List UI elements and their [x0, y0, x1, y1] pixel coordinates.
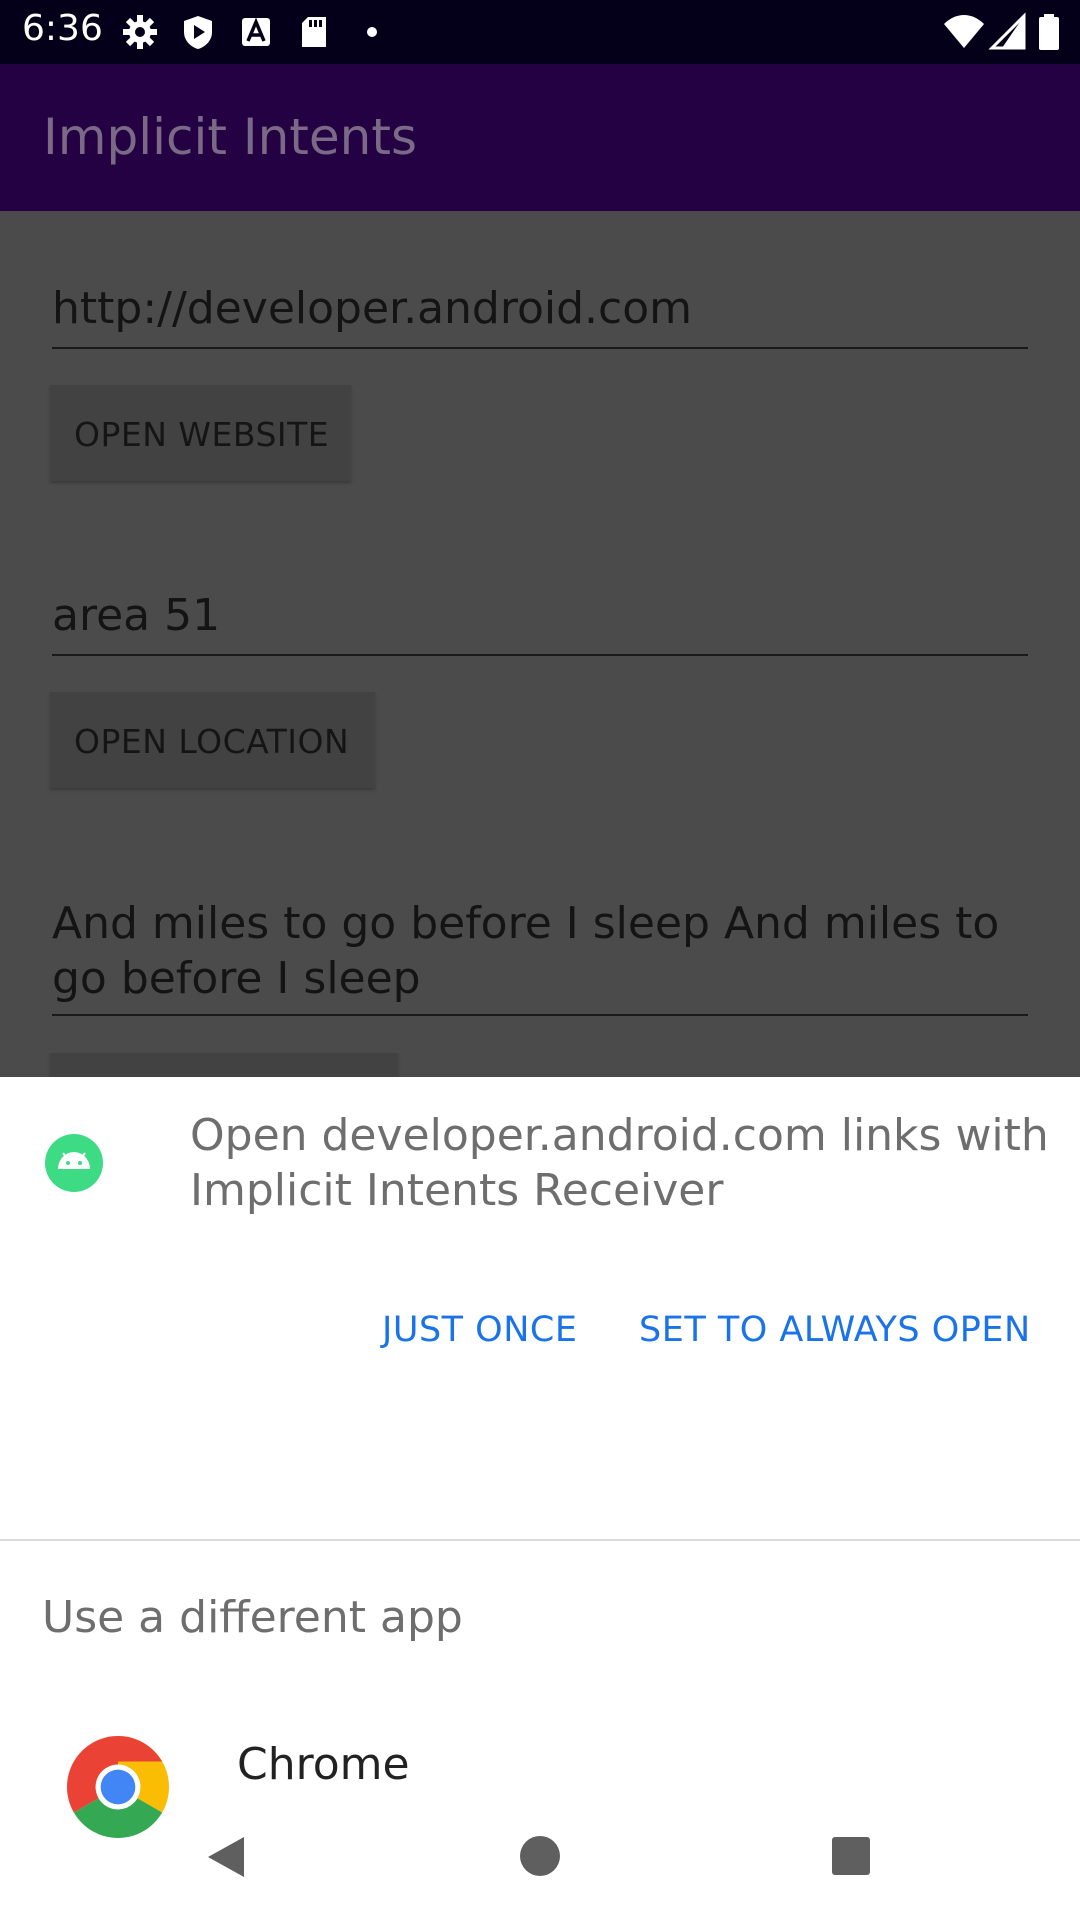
share-text-input[interactable]: And miles to go before I sleep And miles…: [52, 896, 1032, 1006]
website-input[interactable]: http://developer.android.com: [52, 283, 692, 334]
recents-icon[interactable]: [829, 1834, 873, 1878]
open-website-button[interactable]: OPEN WEBSITE: [50, 385, 351, 481]
app-title: Implicit Intents: [43, 108, 417, 166]
share-text-button[interactable]: [50, 1053, 398, 1077]
home-icon[interactable]: [518, 1834, 562, 1878]
text-a-icon: [242, 17, 270, 46]
location-input-underline: [52, 654, 1028, 656]
back-icon[interactable]: [202, 1833, 250, 1881]
sheet-title: Open developer.android.com links with Im…: [190, 1110, 1049, 1216]
just-once-button[interactable]: JUST ONCE: [382, 1310, 577, 1350]
status-bar: [0, 0, 1080, 64]
status-time: 6:36: [22, 8, 103, 49]
android-app-icon: [45, 1134, 103, 1192]
wifi-icon: [944, 15, 984, 48]
battery-icon: [1039, 14, 1059, 50]
open-location-label: OPEN LOCATION: [74, 722, 350, 761]
sd-card-icon: [302, 17, 326, 47]
location-input[interactable]: area 51: [52, 590, 220, 641]
use-different-app-heading: Use a different app: [42, 1592, 463, 1643]
website-input-underline: [52, 347, 1028, 349]
settings-icon: [123, 15, 157, 49]
cell-signal-icon: [988, 12, 1026, 50]
chrome-label: Chrome: [237, 1739, 410, 1790]
share-text-input-underline: [52, 1014, 1028, 1016]
sheet-divider: [0, 1539, 1080, 1541]
open-website-label: OPEN WEBSITE: [74, 415, 330, 454]
play-protect-icon: [184, 16, 212, 49]
dot-icon: [367, 27, 377, 37]
set-always-open-button[interactable]: SET TO ALWAYS OPEN: [639, 1310, 1031, 1350]
open-location-button[interactable]: OPEN LOCATION: [50, 692, 375, 788]
